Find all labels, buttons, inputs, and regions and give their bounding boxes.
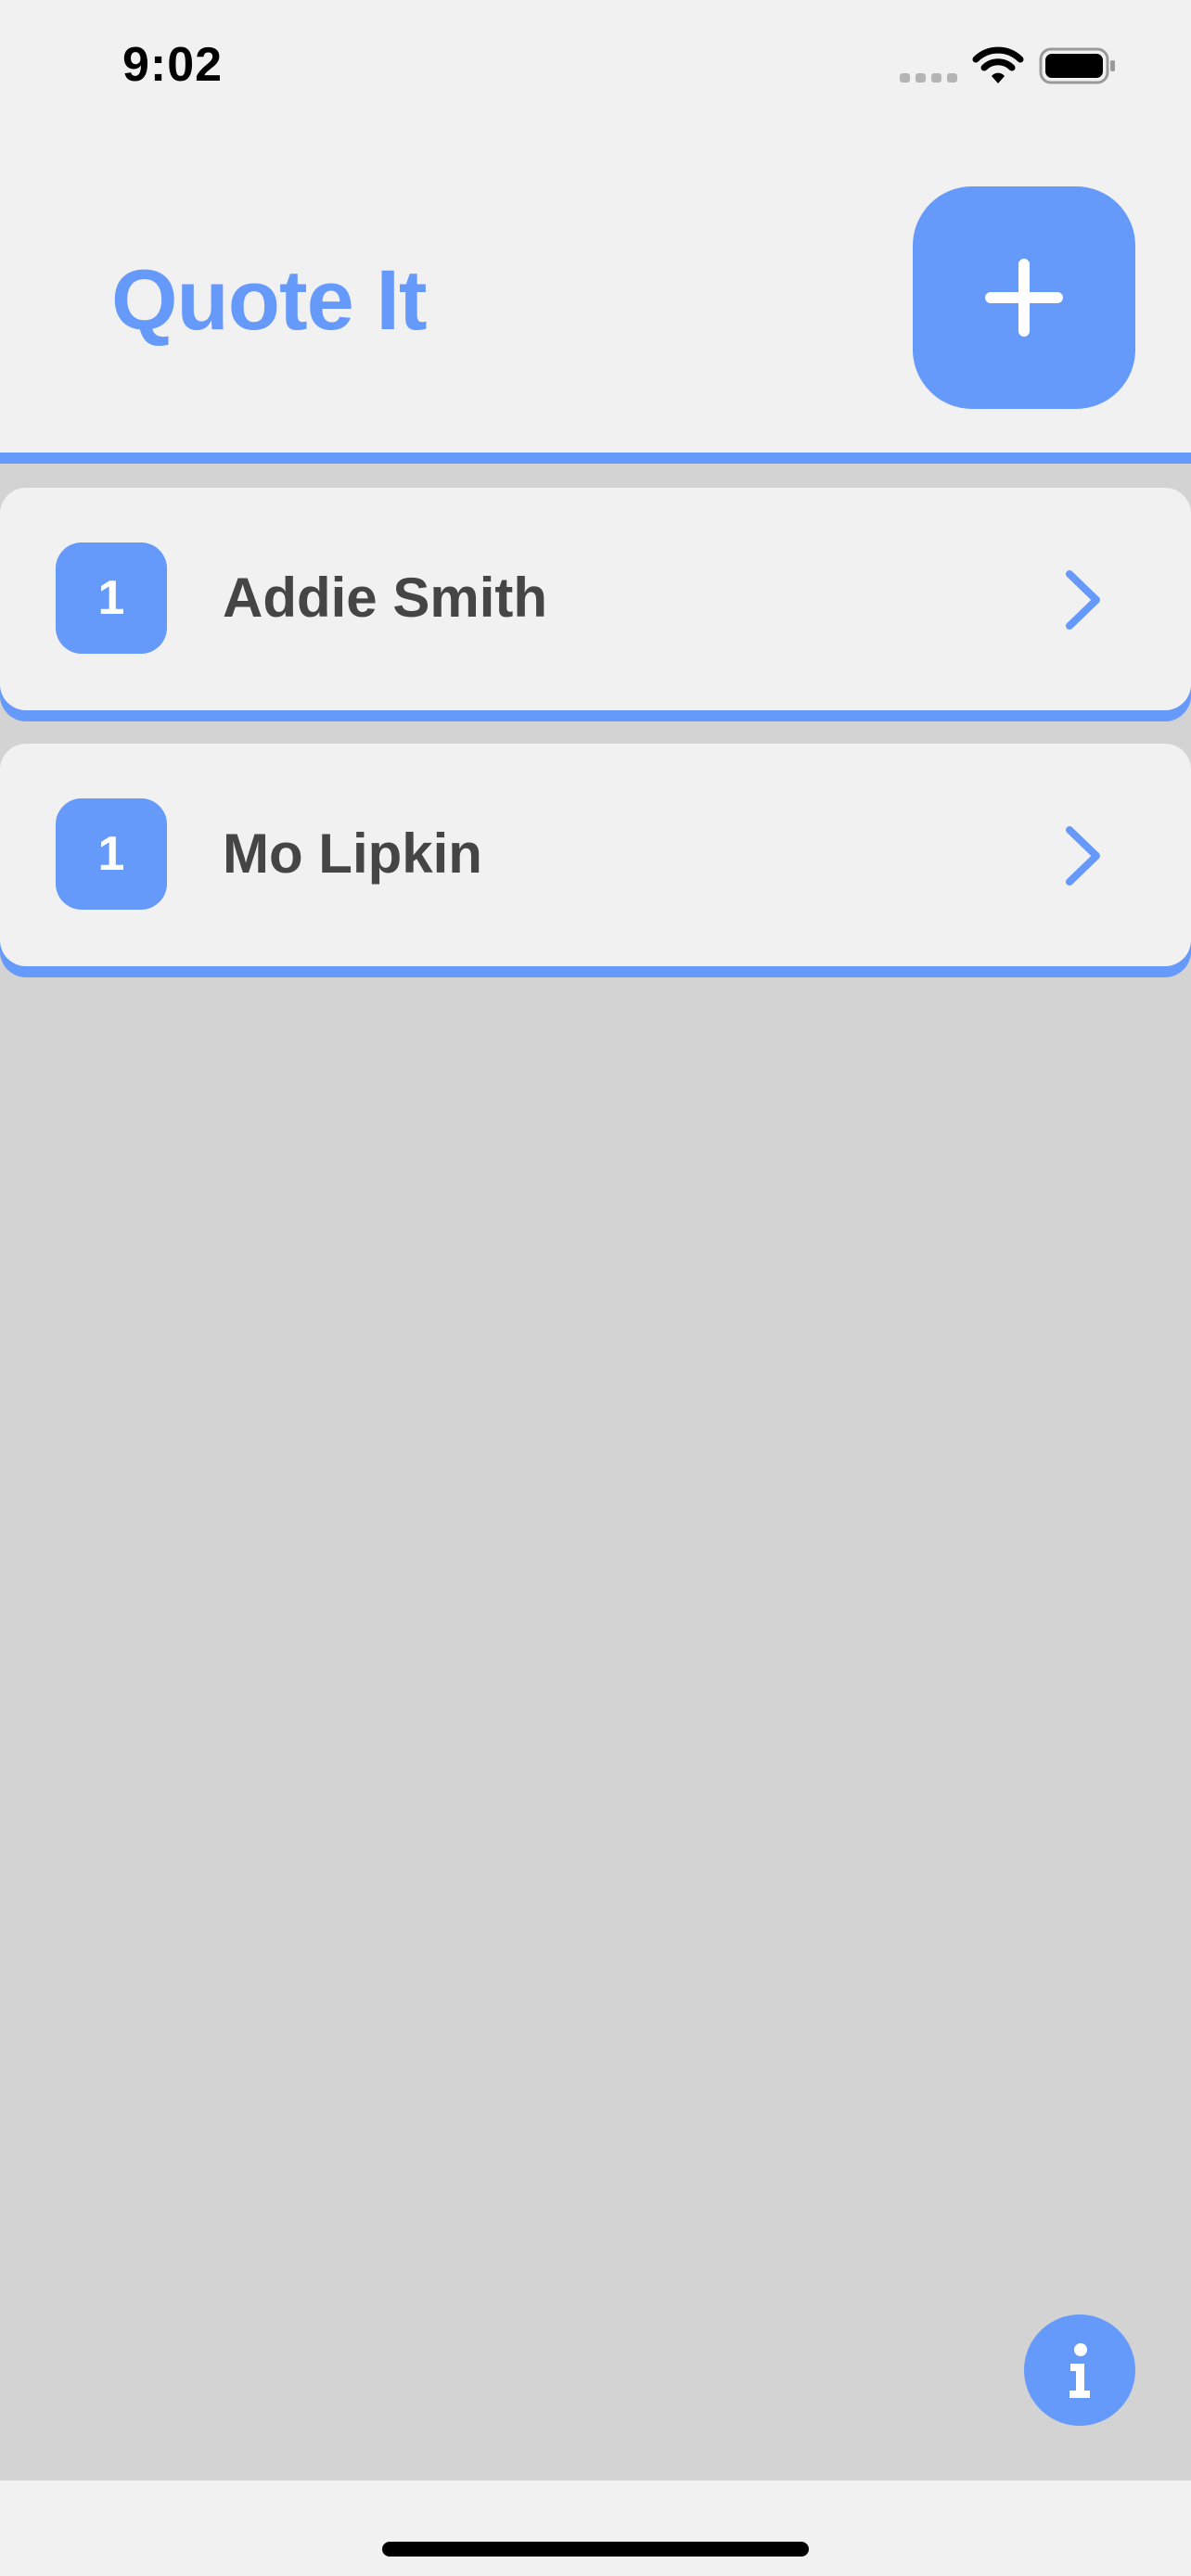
header-divider	[0, 453, 1191, 464]
bottom-bar	[0, 2480, 1191, 2576]
info-button[interactable]	[1024, 2315, 1135, 2426]
signal-dots-icon	[900, 73, 957, 83]
wifi-icon	[972, 46, 1024, 83]
chevron-right-icon	[1066, 826, 1100, 886]
header: Quote It	[0, 139, 1191, 453]
app-title: Quote It	[111, 253, 428, 348]
list-item[interactable]: 1 Addie Smith	[0, 488, 1191, 710]
person-list: 1 Addie Smith 1 Mo Lipkin	[0, 464, 1191, 2480]
list-item[interactable]: 1 Mo Lipkin	[0, 744, 1191, 966]
battery-icon	[1039, 47, 1115, 84]
plus-icon	[985, 259, 1063, 337]
chevron-right-icon	[1066, 570, 1100, 630]
screen: 9:02 Quote It 1 Addie Smith 1 Mo Lipkin	[0, 0, 1191, 2576]
quote-count-badge: 1	[56, 798, 167, 910]
person-name: Mo Lipkin	[223, 823, 482, 885]
add-quote-button[interactable]	[913, 186, 1135, 409]
quote-count-badge: 1	[56, 542, 167, 654]
home-indicator[interactable]	[382, 2542, 809, 2557]
status-bar: 9:02	[0, 0, 1191, 139]
person-name: Addie Smith	[223, 567, 548, 629]
status-time: 9:02	[122, 38, 224, 92]
info-icon	[1069, 2343, 1090, 2398]
